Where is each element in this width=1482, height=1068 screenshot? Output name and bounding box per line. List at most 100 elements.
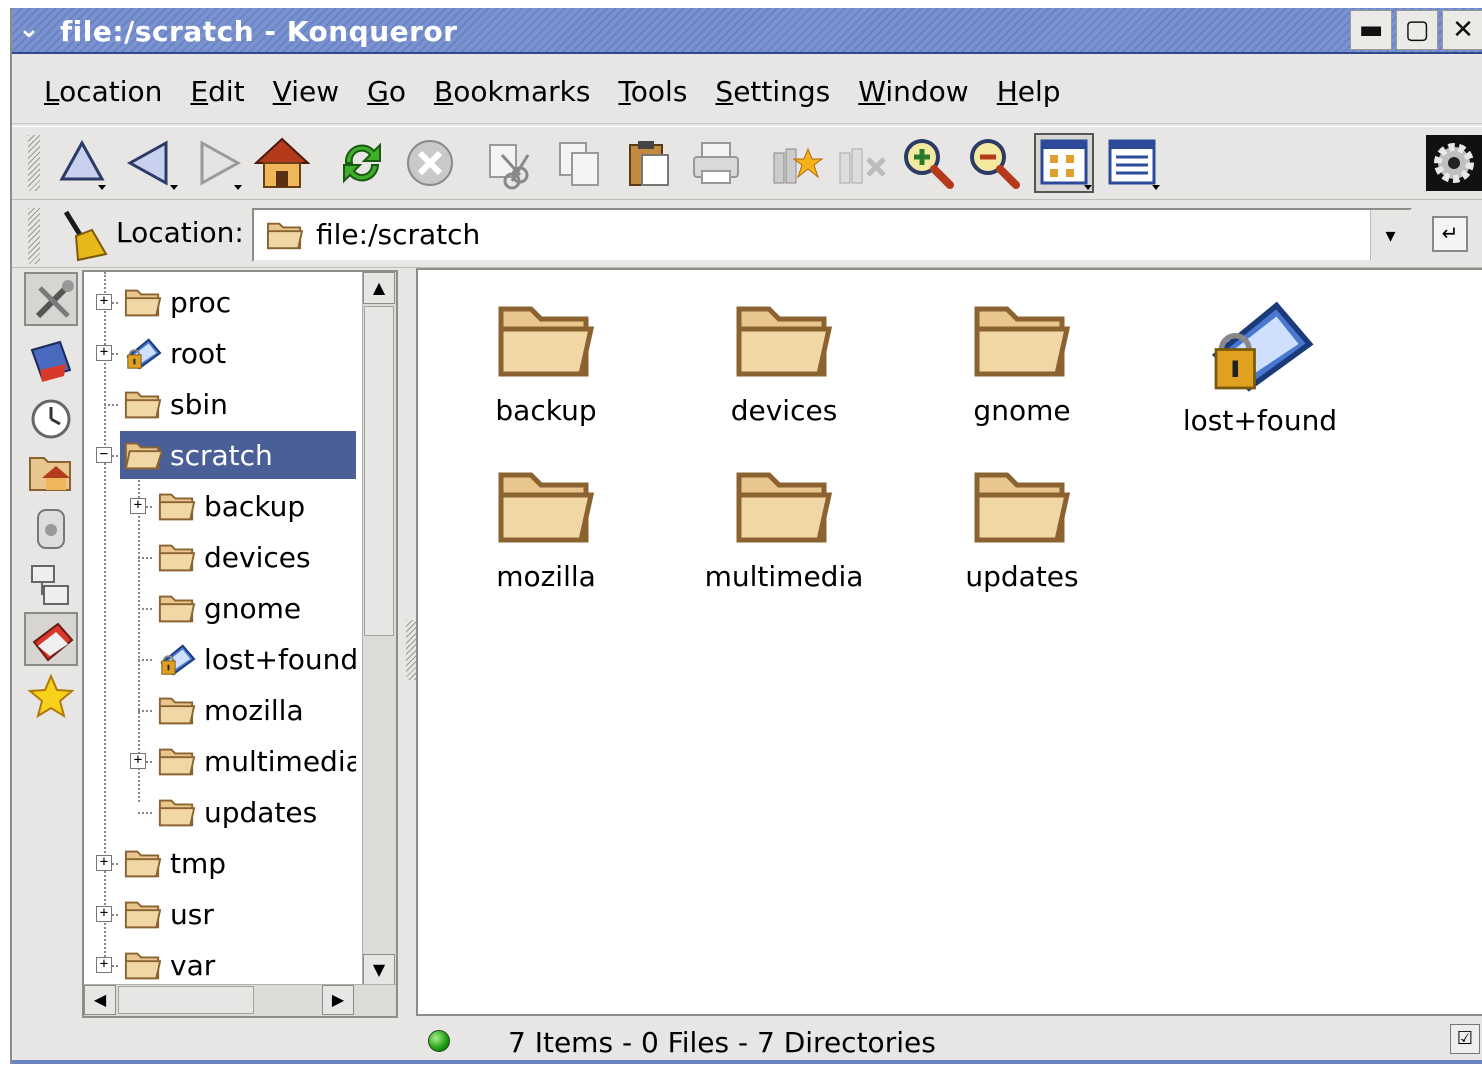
up-button[interactable] (54, 135, 110, 191)
link-view-checkbox[interactable]: ☑ (1450, 1024, 1480, 1054)
scroll-right-arrow[interactable]: ▶ (322, 985, 354, 1015)
sidebar-tab-history[interactable] (24, 390, 78, 444)
sidebar-tab-root-folder[interactable] (24, 612, 78, 666)
horizontal-scroll-thumb[interactable] (118, 986, 254, 1014)
icon-view-button[interactable] (1034, 133, 1094, 193)
location-input[interactable]: file:/scratch ▾ (252, 208, 1412, 262)
toolbar-grip[interactable] (28, 135, 40, 191)
file-item[interactable]: lost+found (1150, 294, 1370, 437)
tree-item[interactable]: sbin (120, 380, 356, 428)
tree-item[interactable]: mozilla (154, 686, 356, 734)
menu-settings[interactable]: Settings (713, 71, 832, 112)
forward-button[interactable] (190, 135, 246, 191)
tree-item[interactable]: multimedia (154, 737, 356, 785)
menu-go[interactable]: Go (365, 71, 408, 112)
location-history-dropdown[interactable]: ▾ (1370, 210, 1410, 260)
menu-location[interactable]: Location (42, 71, 164, 112)
tree-item[interactable]: usr (120, 890, 356, 938)
file-item[interactable]: devices (674, 294, 894, 427)
expand-toggle[interactable]: + (96, 906, 112, 922)
location-toolbar-grip[interactable] (28, 208, 40, 264)
title-bar[interactable]: ⌄ file:/scratch - Konqueror ▬ ▢ ✕ (12, 8, 1482, 54)
tree-item-label: root (170, 336, 227, 370)
window-menu-icon[interactable]: ⌄ (18, 14, 48, 44)
tree-item[interactable]: updates (154, 788, 356, 836)
tree-connector-line (138, 659, 152, 661)
file-item[interactable]: backup (436, 294, 656, 427)
tree-item[interactable]: scratch (120, 431, 356, 479)
file-item[interactable]: updates (912, 460, 1132, 593)
tree-item[interactable]: lost+found (154, 635, 356, 683)
zoom-in-button[interactable] (900, 135, 956, 191)
tree-horizontal-scrollbar[interactable]: ◀ ▶ (84, 984, 396, 1016)
expand-toggle[interactable]: + (96, 855, 112, 871)
tree-vertical-scrollbar[interactable]: ▲ ▼ (362, 272, 396, 986)
list-view-icon (1108, 139, 1160, 190)
expand-toggle[interactable]: + (96, 294, 112, 310)
tree-item[interactable]: var (120, 941, 356, 986)
sidebar-tab-configure[interactable] (24, 272, 78, 326)
expand-toggle[interactable]: + (130, 498, 146, 514)
tree-item[interactable]: backup (154, 482, 356, 530)
splitter-grip[interactable] (406, 620, 416, 680)
tree-item-label: tmp (170, 846, 227, 880)
sidebar-tab-network[interactable] (24, 558, 78, 612)
tree-item[interactable]: gnome (154, 584, 356, 632)
go-button[interactable]: ↵ (1432, 216, 1468, 252)
tree-item-label: backup (204, 489, 306, 523)
sidebar-tab-home[interactable] (24, 446, 78, 500)
delete-button[interactable] (834, 135, 890, 191)
throbber[interactable] (1426, 135, 1482, 191)
menu-view[interactable]: View (271, 71, 341, 112)
file-item[interactable]: multimedia (674, 460, 894, 593)
file-item[interactable]: gnome (912, 294, 1132, 427)
expand-toggle[interactable]: + (96, 957, 112, 973)
back-button[interactable] (122, 135, 178, 191)
menu-window[interactable]: Window (856, 71, 970, 112)
tree-item-label: lost+found (204, 642, 356, 676)
network-icon (31, 565, 69, 605)
zoom-out-button[interactable] (966, 135, 1022, 191)
copy-button[interactable] (552, 135, 608, 191)
minimize-button[interactable]: ▬ (1350, 10, 1392, 50)
file-item-label: mozilla (496, 560, 596, 593)
file-icon-view[interactable]: backup devices gnome lost+found mozilla multi… (416, 268, 1482, 1016)
close-button[interactable]: ✕ (1442, 10, 1482, 50)
tree-item[interactable]: devices (154, 533, 356, 581)
clear-location-broom-icon[interactable] (58, 208, 110, 262)
sidebar-tab-favorites[interactable] (24, 670, 78, 724)
file-item[interactable]: mozilla (436, 460, 656, 593)
detail-view-button[interactable] (1104, 135, 1160, 191)
scroll-up-arrow[interactable]: ▲ (363, 272, 395, 304)
collapse-toggle[interactable]: − (96, 447, 112, 463)
stop-button[interactable] (402, 135, 458, 191)
scroll-thumb[interactable] (364, 306, 394, 636)
print-button[interactable] (688, 135, 744, 191)
reload-button[interactable] (334, 135, 390, 191)
file-item-label: lost+found (1182, 404, 1338, 437)
tree-item[interactable]: proc (120, 278, 356, 326)
tree-item[interactable]: root (120, 329, 356, 377)
sidebar-tab-bookmarks[interactable] (24, 334, 78, 388)
cut-button[interactable] (482, 135, 538, 191)
expand-toggle[interactable]: + (96, 345, 112, 361)
home-button[interactable] (254, 135, 310, 191)
window-bottom-border (12, 1060, 1482, 1064)
folder-icon (736, 306, 833, 377)
tree-content: + proc + root sbin − scratch + backup devices gnom… (84, 272, 356, 986)
menu-help[interactable]: Help (995, 71, 1063, 112)
sidebar-tab-devices[interactable] (24, 502, 78, 556)
menu-edit[interactable]: Edit (188, 71, 246, 112)
menu-bookmarks[interactable]: Bookmarks (432, 71, 592, 112)
scroll-left-arrow[interactable]: ◀ (84, 985, 116, 1015)
new-folder-button[interactable] (768, 135, 824, 191)
scroll-down-arrow[interactable]: ▼ (363, 954, 395, 986)
tree-item[interactable]: tmp (120, 839, 356, 887)
menu-tools[interactable]: Tools (616, 71, 689, 112)
maximize-button[interactable]: ▢ (1396, 10, 1438, 50)
directory-tree[interactable]: + proc + root sbin − scratch + backup devices gnom… (82, 270, 398, 1018)
menu-bar: Location Edit View Go Bookmarks Tools Se… (12, 60, 1482, 124)
tree-item-label: devices (204, 540, 311, 574)
paste-button[interactable] (620, 135, 676, 191)
expand-toggle[interactable]: + (130, 753, 146, 769)
